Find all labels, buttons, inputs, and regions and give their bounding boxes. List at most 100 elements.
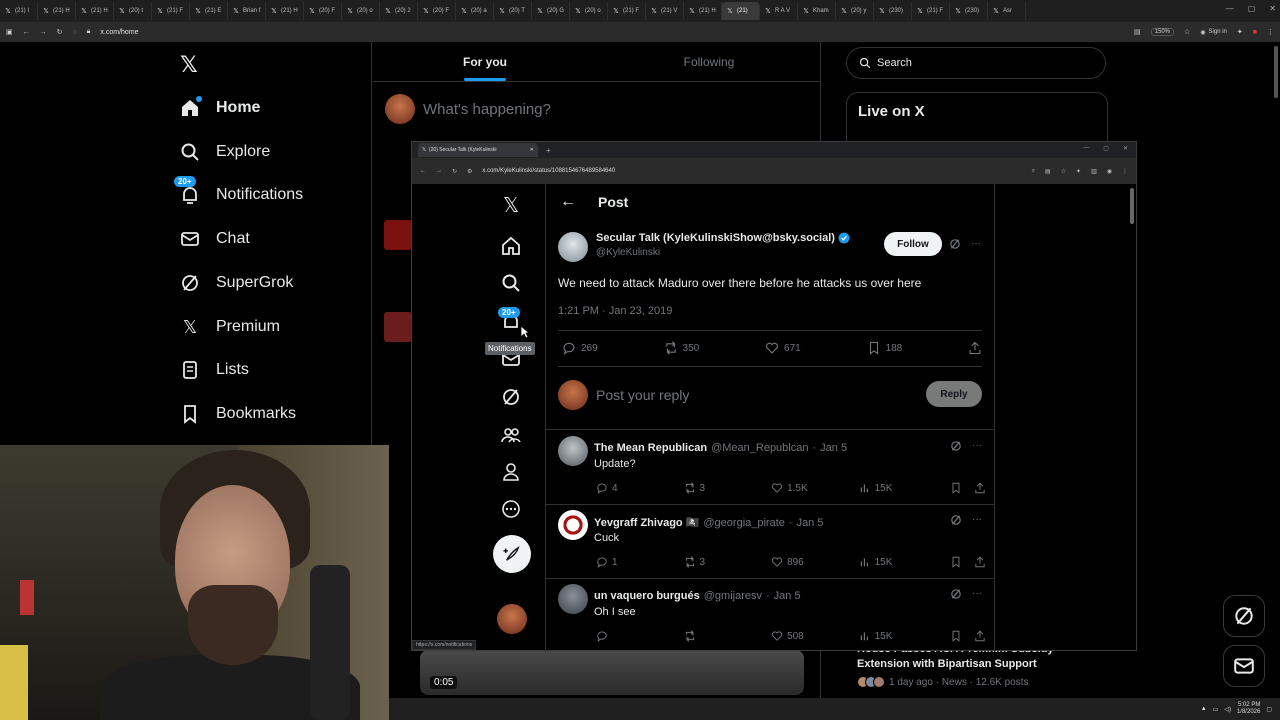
reply-date[interactable]: Jan 5 [797, 517, 824, 529]
reply-author-name[interactable]: un vaquero burgués [594, 590, 700, 602]
like-action[interactable]: 508 [771, 630, 859, 642]
author-avatar[interactable] [558, 232, 588, 262]
bookmark-icon[interactable] [950, 556, 962, 568]
maximize-icon[interactable]: ▢ [1248, 4, 1256, 13]
popup-scrollbar[interactable] [1130, 188, 1134, 224]
reply-handle[interactable]: @georgia_pirate [703, 517, 785, 529]
views-action[interactable]: 15K [859, 556, 951, 568]
reply-action[interactable]: 1 [596, 556, 684, 568]
browser-tab[interactable]: 𝕏 (21) F [608, 2, 646, 20]
browser-tab[interactable]: 𝕏 (21) H [266, 2, 304, 20]
reload-icon[interactable]: ↻ [452, 168, 457, 175]
back-icon[interactable]: ← [420, 168, 426, 174]
repost-action[interactable]: 3 [684, 556, 772, 568]
compose-post-button[interactable] [493, 535, 531, 573]
reply-composer[interactable]: Post your reply [558, 380, 982, 410]
author-name-row[interactable]: Secular Talk (KyleKulinskiShow@bsky.soci… [596, 232, 850, 244]
taskbar-clock[interactable]: 5:02 PM 1/8/2026 [1237, 702, 1260, 716]
messages-fab[interactable] [1223, 645, 1265, 687]
profile-icon[interactable]: ◉ [1107, 168, 1112, 175]
avatar[interactable] [385, 94, 415, 124]
reply-avatar[interactable] [558, 510, 588, 540]
browser-tab[interactable]: 𝕏 (20) T [494, 2, 532, 20]
browser-tab[interactable]: 𝕏 (230) [874, 2, 912, 20]
compose-box[interactable]: What's happening? [385, 94, 551, 124]
browser-tab[interactable]: 𝕏 (20) F [304, 2, 342, 20]
bookmark-icon[interactable] [950, 630, 962, 642]
more-options-icon[interactable]: ··· [972, 514, 982, 526]
browser-tab[interactable]: 𝕏 (21) H [38, 2, 76, 20]
reply-date[interactable]: Jan 5 [820, 442, 847, 454]
reply-handle[interactable]: @Mean_Republcan [711, 442, 808, 454]
bookmark-stat[interactable]: 188 [867, 341, 969, 355]
tray-chevron-icon[interactable]: ▲ [1201, 706, 1207, 712]
browser-tab[interactable]: 𝕏 (21) E [190, 2, 228, 20]
browser-tab[interactable]: 𝕏 (21) H [684, 2, 722, 20]
reply-button[interactable]: Reply [926, 381, 982, 407]
nav-chat[interactable]: Chat [180, 227, 250, 251]
nav-premium[interactable]: 𝕏 Premium [180, 315, 280, 339]
browser-tab[interactable]: 𝕏 Asr [988, 2, 1026, 20]
like-stat[interactable]: 671 [765, 341, 867, 355]
nav-notifications[interactable]: 20+ Notifications [174, 176, 303, 207]
x-logo-icon[interactable]: 𝕏 [180, 52, 198, 78]
split-icon[interactable]: ▥ [1091, 168, 1097, 175]
post-author[interactable]: Secular Talk (KyleKulinskiShow@bsky.soci… [558, 232, 850, 262]
more-options-icon[interactable]: ··· [972, 440, 982, 452]
tab-following[interactable]: Following [597, 42, 821, 81]
browser-tab[interactable]: 𝕏 Kham [798, 2, 836, 20]
compose-placeholder[interactable]: What's happening? [423, 101, 551, 118]
browser-tab[interactable]: 𝕏 Brian f [228, 2, 266, 20]
page-scrollbar[interactable] [1274, 46, 1278, 98]
nav-supergrok[interactable]: SuperGrok [180, 271, 293, 295]
zoom-icon[interactable]: ⌕ [1032, 168, 1035, 175]
share-icon[interactable] [968, 341, 982, 355]
browser-tab[interactable]: 𝕏 (21) V [646, 2, 684, 20]
volume-icon[interactable]: ◁) [1224, 706, 1231, 713]
browser-tab[interactable]: 𝕏 (20) o [342, 2, 380, 20]
more-options-icon[interactable]: ··· [971, 238, 981, 250]
browser-tab[interactable]: 𝕏 (20) G [532, 2, 570, 20]
search-input[interactable]: Search [846, 47, 1106, 79]
network-icon[interactable]: ▭ [1213, 706, 1219, 713]
more-icon[interactable] [499, 497, 523, 521]
video-player[interactable]: 0:05 [420, 650, 804, 695]
nav-home[interactable]: Home [180, 96, 260, 120]
close-icon[interactable]: ✕ [1123, 145, 1128, 152]
browser-tab[interactable]: 𝕏 (20) y [836, 2, 874, 20]
new-tab-icon[interactable]: + [546, 146, 551, 155]
browser-tab[interactable]: 𝕏 (20) t [114, 2, 152, 20]
forward-icon[interactable]: → [40, 29, 47, 36]
grok-icon[interactable] [950, 514, 962, 526]
menu-icon[interactable]: ⋮ [1122, 168, 1128, 175]
grok-icon[interactable] [499, 385, 523, 409]
browser-tab[interactable]: 𝕏 (21) F [912, 2, 950, 20]
browser-tab[interactable]: 𝕏 (20) a [456, 2, 494, 20]
bookmark-icon[interactable] [950, 482, 962, 494]
like-action[interactable]: 896 [771, 556, 859, 568]
share-icon[interactable] [974, 556, 986, 568]
grok-icon[interactable] [950, 440, 962, 452]
reply-avatar[interactable] [558, 436, 588, 466]
reply-avatar[interactable] [558, 584, 588, 614]
signin-button[interactable]: ◉ Sign in [1200, 29, 1227, 36]
repost-stat[interactable]: 350 [664, 341, 766, 355]
minimize-icon[interactable]: — [1083, 145, 1089, 152]
post-timestamp[interactable]: 1:21 PM · Jan 23, 2019 [558, 305, 672, 317]
popup-tab[interactable]: 𝕏 (20) Secular Talk (KyleKulinski ✕ [418, 143, 538, 157]
nav-lists[interactable]: Lists [180, 358, 249, 382]
browser-tab[interactable]: 𝕏 (230) [950, 2, 988, 20]
avatar[interactable] [497, 604, 527, 634]
minimize-icon[interactable]: — [1226, 4, 1234, 13]
close-tab-icon[interactable]: ✕ [530, 147, 534, 153]
reply-action[interactable]: 4 [596, 482, 684, 494]
install-icon[interactable]: ▤ [1045, 168, 1051, 175]
like-action[interactable]: 1.5K [771, 482, 859, 494]
nav-explore[interactable]: Explore [180, 140, 270, 164]
search-icon[interactable] [499, 271, 523, 295]
shield-icon[interactable]: ◌ [73, 29, 77, 36]
profile-icon[interactable] [499, 460, 523, 484]
back-arrow-icon[interactable]: ← [560, 193, 576, 211]
notification-center-icon[interactable]: ▢ [1266, 706, 1272, 713]
grok-fab[interactable] [1223, 595, 1265, 637]
